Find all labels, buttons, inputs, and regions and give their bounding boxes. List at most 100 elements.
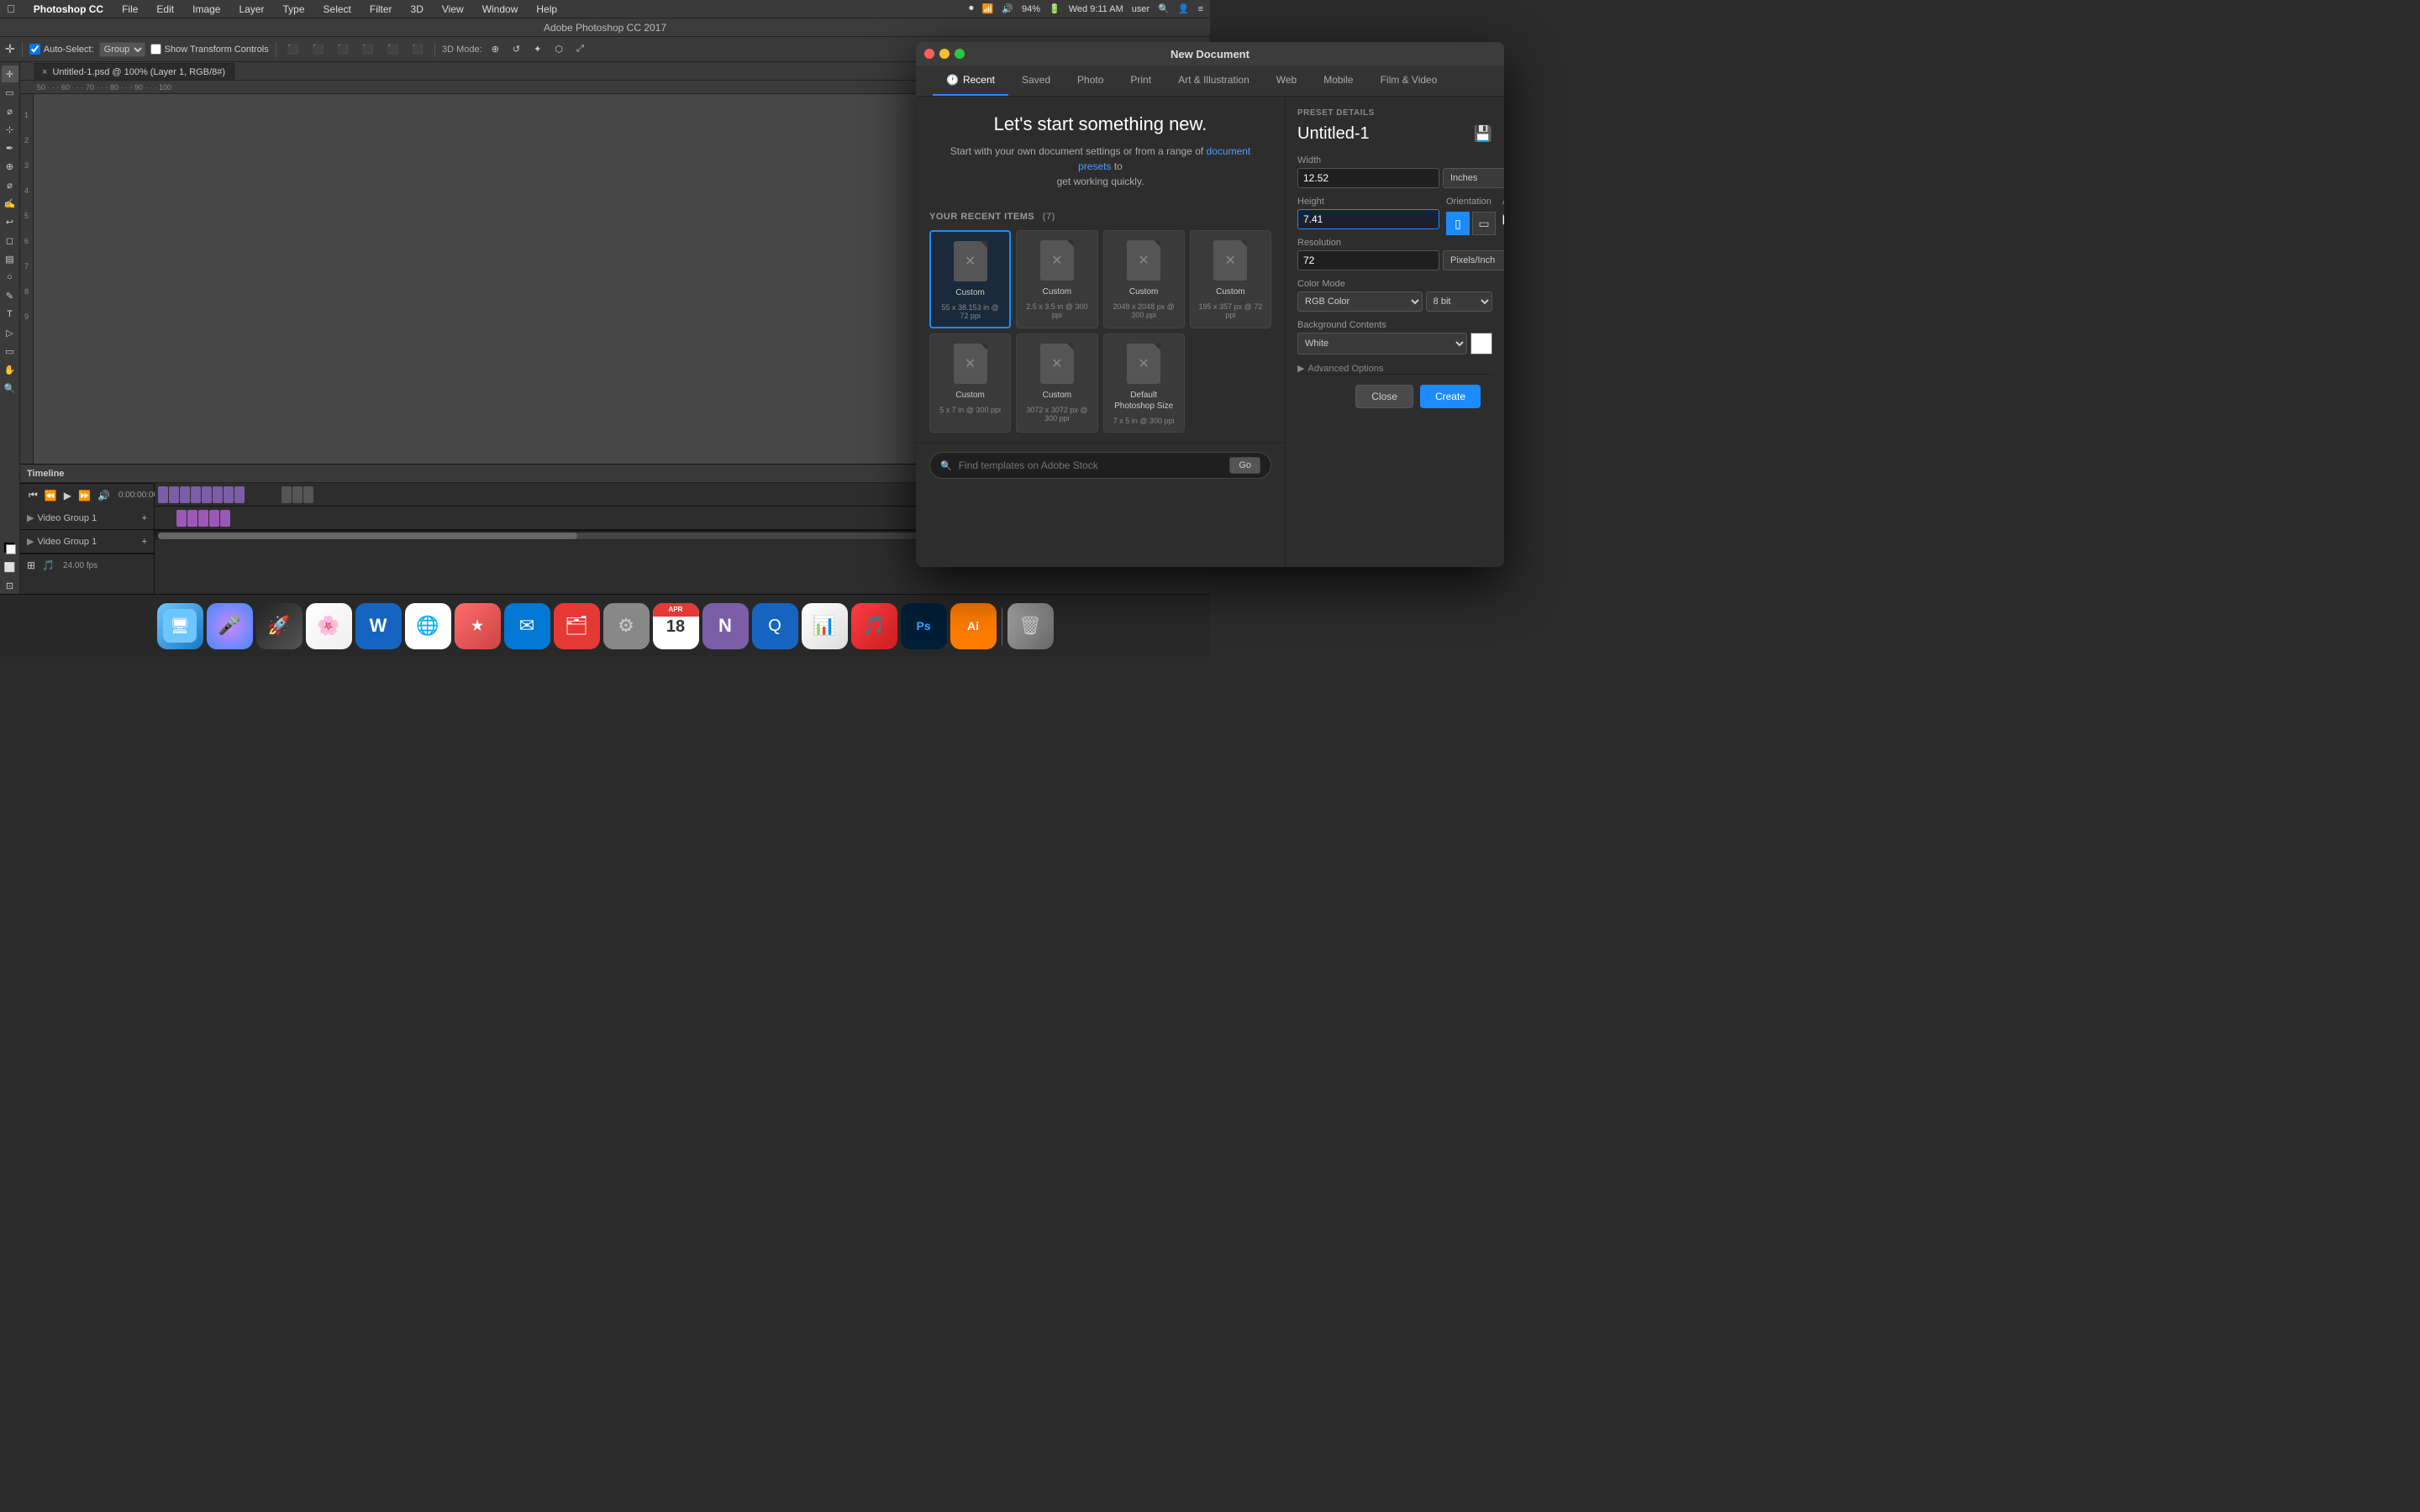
dialog-close-button[interactable]: Close (1355, 385, 1413, 408)
recent-item-1[interactable]: ✕ Custom 55 x 38.153 in @ 72 ppi (929, 230, 1011, 328)
preset-label: PRESET DETAILS (1297, 108, 1492, 118)
dialog-footer: Close Create (1297, 374, 1492, 418)
saved-tab-label: Saved (1022, 74, 1050, 86)
recent-item-sub-4: 195 x 357 px @ 72 ppi (1197, 302, 1264, 319)
dialog-tab-photo[interactable]: Photo (1064, 66, 1117, 96)
doc-icon-inner-2: ✕ (1051, 252, 1062, 269)
dialog-hero: Let's start something new. Start with yo… (916, 97, 1285, 202)
dialog-create-button[interactable]: Create (1420, 385, 1481, 408)
print-tab-label: Print (1130, 74, 1151, 86)
recent-section: YOUR RECENT ITEMS (7) ✕ Custom (916, 202, 1285, 443)
dialog-tab-film[interactable]: Film & Video (1367, 66, 1451, 96)
preset-save-icon[interactable]: 💾 (1474, 125, 1492, 143)
recent-item-name-1: Custom (955, 287, 984, 298)
dialog-left-panel: Let's start something new. Start with yo… (916, 97, 1286, 567)
doc-icon-inner-3: ✕ (1138, 252, 1149, 269)
portrait-btn[interactable]: ▯ (1446, 212, 1470, 235)
search-go-btn[interactable]: Go (1229, 457, 1260, 474)
color-mode-field-row: Color Mode RGB Color CMYK Color Grayscal… (1297, 279, 1492, 312)
recent-item-name-5: Custom (955, 390, 984, 401)
doc-icon-inner-4: ✕ (1225, 252, 1236, 269)
recent-item-3[interactable]: ✕ Custom 2048 x 2048 px @ 300 ppi (1103, 230, 1185, 328)
artboards-label: Artboards (1502, 197, 1504, 207)
orientation-label: Orientation (1446, 197, 1496, 207)
color-mode-label: Color Mode (1297, 279, 1492, 289)
advanced-label: Advanced Options (1307, 364, 1383, 374)
height-input[interactable] (1297, 209, 1439, 229)
template-search-input[interactable] (955, 459, 1225, 471)
dialog-tab-saved[interactable]: Saved (1008, 66, 1064, 96)
mobile-tab-label: Mobile (1323, 74, 1353, 86)
bg-contents-field-row: Background Contents White Black Transpar… (1297, 320, 1492, 354)
recent-item-name-2: Custom (1043, 286, 1071, 297)
recent-item-2[interactable]: ✕ Custom 2.5 x 3.5 in @ 300 ppi (1016, 230, 1097, 328)
width-input[interactable] (1297, 168, 1439, 188)
height-orientation-row: Height Orientation ▯ ▭ Artboards (1297, 197, 1492, 238)
bg-contents-select[interactable]: White Black Transparent (1297, 333, 1467, 354)
preset-title-row: Untitled-1 💾 (1297, 124, 1492, 144)
doc-icon-inner-7: ✕ (1138, 355, 1149, 372)
recent-tab-label: Recent (963, 74, 995, 86)
dialog-tab-web[interactable]: Web (1263, 66, 1310, 96)
film-tab-label: Film & Video (1381, 74, 1438, 86)
doc-icon-3: ✕ (1127, 240, 1160, 281)
recent-item-icon-2: ✕ (1036, 239, 1078, 281)
recent-item-icon-1: ✕ (950, 240, 992, 282)
dialog-title-bar: New Document (916, 42, 1504, 66)
width-unit-select[interactable]: Inches Pixels Centimeters (1443, 168, 1504, 188)
recent-item-icon-6: ✕ (1036, 343, 1078, 385)
recent-item-5[interactable]: ✕ Custom 5 x 7 in @ 300 ppi (929, 333, 1011, 433)
recent-item-icon-3: ✕ (1123, 239, 1165, 281)
width-input-group: Inches Pixels Centimeters (1297, 168, 1492, 188)
dialog-maximize-btn[interactable] (955, 49, 965, 59)
recent-item-icon-4: ✕ (1209, 239, 1251, 281)
photo-tab-label: Photo (1077, 74, 1103, 86)
bit-depth-select[interactable]: 8 bit 16 bit 32 bit (1426, 291, 1492, 312)
height-label: Height (1297, 197, 1439, 207)
new-document-dialog: New Document 🕐 Recent Saved Photo Print … (916, 42, 1504, 567)
dialog-traffic-lights (924, 49, 965, 59)
doc-icon-1: ✕ (954, 241, 987, 281)
recent-item-4[interactable]: ✕ Custom 195 x 357 px @ 72 ppi (1190, 230, 1271, 328)
recent-item-sub-7: 7 x 5 in @ 300 ppi (1113, 417, 1175, 425)
doc-icon-4: ✕ (1213, 240, 1247, 281)
doc-icon-6: ✕ (1040, 344, 1074, 384)
search-input-wrap: Go (929, 452, 1271, 479)
dialog-tab-print[interactable]: Print (1117, 66, 1165, 96)
dialog-minimize-btn[interactable] (939, 49, 950, 59)
dialog-body: Let's start something new. Start with yo… (916, 97, 1504, 567)
doc-icon-inner-6: ✕ (1051, 355, 1062, 372)
bg-color-swatch[interactable] (1470, 333, 1492, 354)
advanced-options-toggle[interactable]: ▶ Advanced Options (1297, 363, 1492, 374)
recent-header: YOUR RECENT ITEMS (7) (929, 212, 1271, 222)
advanced-chevron-icon: ▶ (1297, 363, 1304, 374)
dialog-overlay: New Document 🕐 Recent Saved Photo Print … (0, 0, 2420, 1512)
doc-icon-inner-5: ✕ (965, 355, 976, 372)
preset-name: Untitled-1 (1297, 124, 1370, 144)
hero-title: Let's start something new. (941, 113, 1260, 135)
artboards-checkbox-wrap (1502, 214, 1504, 225)
recent-item-icon-5: ✕ (950, 343, 992, 385)
color-mode-select[interactable]: RGB Color CMYK Color Grayscale (1297, 291, 1423, 312)
recent-item-icon-7: ✕ (1123, 343, 1165, 385)
landscape-btn[interactable]: ▭ (1472, 212, 1496, 235)
dialog-tab-mobile[interactable]: Mobile (1310, 66, 1366, 96)
resolution-input[interactable] (1297, 250, 1439, 270)
doc-icon-inner-1: ✕ (965, 253, 976, 270)
recent-clock-icon: 🕐 (946, 74, 959, 86)
dialog-close-btn[interactable] (924, 49, 934, 59)
recent-count: (7) (1043, 212, 1055, 222)
recent-item-name-3: Custom (1129, 286, 1158, 297)
hero-description: Start with your own document settings or… (941, 144, 1260, 189)
artboards-checkbox[interactable] (1502, 214, 1504, 225)
resolution-field-row: Resolution Pixels/Inch Pixels/Centimeter (1297, 238, 1492, 270)
recent-item-name-6: Custom (1043, 390, 1071, 401)
orientation-btns: ▯ ▭ (1446, 212, 1496, 235)
resolution-unit-select[interactable]: Pixels/Inch Pixels/Centimeter (1443, 250, 1504, 270)
recent-item-6[interactable]: ✕ Custom 3072 x 3072 px @ 300 ppi (1016, 333, 1097, 433)
dialog-tab-recent[interactable]: 🕐 Recent (933, 66, 1008, 96)
recent-item-sub-3: 2048 x 2048 px @ 300 ppi (1111, 302, 1177, 319)
recent-grid: ✕ Custom 55 x 38.153 in @ 72 ppi ✕ (929, 230, 1271, 433)
dialog-tab-art[interactable]: Art & Illustration (1165, 66, 1263, 96)
recent-item-7[interactable]: ✕ Default Photoshop Size 7 x 5 in @ 300 … (1103, 333, 1185, 433)
